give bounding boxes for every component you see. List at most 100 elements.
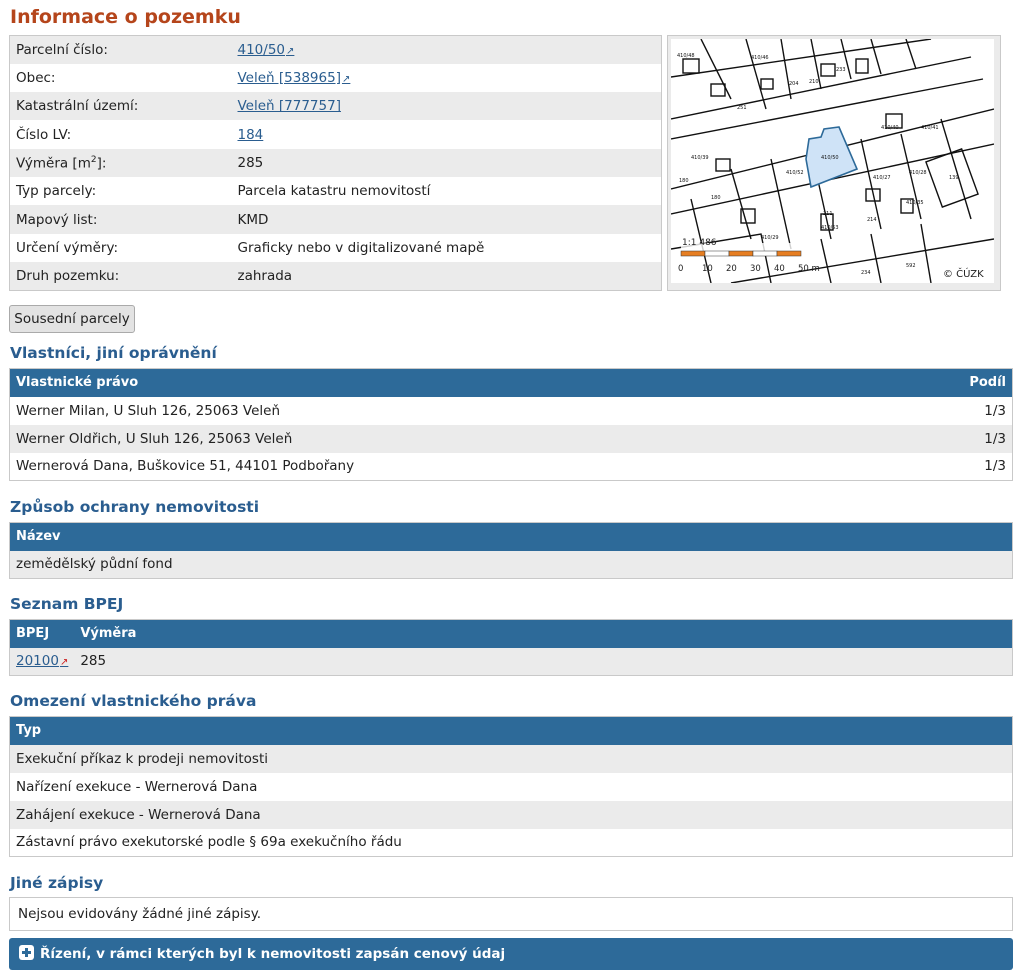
map-label: 251 bbox=[737, 105, 747, 111]
map-copyright: © ČÚZK bbox=[943, 267, 984, 280]
map-label: 211 bbox=[823, 211, 833, 217]
info-row: Katastrální území: Veleň [777757] bbox=[9, 92, 662, 121]
col-header-ownership: Vlastnické právo bbox=[9, 368, 890, 397]
scale-tick: 20 bbox=[726, 264, 737, 274]
page-title: Informace o pozemku bbox=[10, 6, 241, 28]
info-value: Graficky nebo v digitalizované mapě bbox=[237, 239, 485, 256]
info-value: Veleň [538965]↗ bbox=[232, 64, 662, 92]
map-label: 180 bbox=[711, 195, 721, 201]
info-value: 184 bbox=[232, 120, 662, 148]
info-value: zahrada bbox=[231, 262, 662, 291]
owner-name: Werner Oldřich, U Sluh 126, 25063 Veleň bbox=[9, 424, 890, 453]
col-header-type: Typ bbox=[9, 716, 1013, 745]
restriction-type: Exekuční příkaz k prodeji nemovitosti bbox=[9, 744, 1013, 773]
parcel-number-text: 410/50 bbox=[237, 41, 286, 58]
restrictions-heading: Omezení vlastnického práva bbox=[10, 692, 257, 710]
col-header-share: Podíl bbox=[889, 368, 1013, 397]
info-row: Mapový list: KMD bbox=[9, 205, 662, 234]
info-label: Druh pozemku: bbox=[9, 262, 232, 291]
info-label: Obec: bbox=[16, 69, 56, 86]
parcel-map[interactable]: 410/50 410/52 410/53 410/40 410/27 410/4… bbox=[667, 35, 1001, 291]
col-header-name: Název bbox=[9, 522, 1013, 551]
table-row: 20100↗ 285 bbox=[9, 647, 1013, 676]
neighbor-parcels-button[interactable]: Sousední parcely bbox=[9, 305, 135, 333]
scale-text: 1:1 486 bbox=[682, 238, 717, 248]
protection-name: zemědělský půdní fond bbox=[9, 550, 1013, 579]
info-label: Parcelní číslo: bbox=[9, 35, 232, 64]
map-label: 410/27 bbox=[873, 175, 891, 181]
owner-share: 1/3 bbox=[889, 424, 1013, 453]
bpej-code-cell: 20100↗ bbox=[9, 647, 75, 676]
price-proceedings-toggle[interactable]: Řízení, v rámci kterých byl k nemovitost… bbox=[9, 938, 1013, 970]
scale-tick: 30 bbox=[750, 264, 761, 274]
page: Informace o pozemku Parcelní číslo: 410/… bbox=[0, 0, 1024, 980]
map-label: 410/28 bbox=[909, 170, 927, 176]
bpej-code-link[interactable]: 20100↗ bbox=[16, 653, 68, 669]
scale-tick: 10 bbox=[702, 264, 713, 274]
map-label: 210 bbox=[809, 79, 819, 85]
table-header-row: Název bbox=[9, 522, 1013, 551]
info-row: Parcelní číslo: 410/50↗ bbox=[9, 35, 662, 64]
protection-heading: Způsob ochrany nemovitosti bbox=[10, 498, 260, 516]
info-value: KMD bbox=[231, 205, 662, 234]
table-header-row: Typ bbox=[9, 716, 1013, 745]
owner-name: Werner Milan, U Sluh 126, 25063 Veleň bbox=[9, 396, 890, 425]
table-row: Zahájení exekuce - Wernerová Dana bbox=[9, 800, 1013, 829]
map-label: 410/35 bbox=[906, 200, 924, 206]
lv-number-link[interactable]: 184 bbox=[238, 127, 264, 143]
table-header-row: BPEJ Výměra bbox=[9, 619, 1013, 648]
map-label: 410/46 bbox=[751, 55, 769, 61]
other-records-text: Nejsou evidovány žádné jiné zápisy. bbox=[18, 906, 262, 922]
map-label: 410/52 bbox=[786, 170, 804, 176]
map-label: 234 bbox=[861, 270, 871, 276]
map-label: 214 bbox=[867, 217, 877, 223]
bpej-area: 285 bbox=[74, 647, 1013, 676]
info-label: Katastrální území: bbox=[9, 92, 232, 121]
owner-name: Wernerová Dana, Buškovice 51, 44101 Podb… bbox=[9, 452, 890, 481]
owners-table: Vlastnické právo Podíl Werner Milan, U S… bbox=[9, 368, 1013, 481]
parcel-info-table: Parcelní číslo: 410/50↗ Obec: Veleň [538… bbox=[9, 35, 662, 291]
map-label: 233 bbox=[836, 67, 846, 73]
table-row: Wernerová Dana, Buškovice 51, 44101 Podb… bbox=[9, 452, 1013, 481]
bpej-table: BPEJ Výměra 20100↗ 285 bbox=[9, 619, 1013, 676]
info-row: Typ parcely: Parcela katastru nemovitost… bbox=[10, 177, 662, 205]
info-value: 410/50↗ bbox=[231, 35, 662, 64]
info-row: Druh pozemku: zahrada bbox=[9, 262, 662, 291]
municipality-text: Veleň [538965] bbox=[237, 69, 341, 86]
external-link-icon: ↗ bbox=[341, 73, 351, 85]
map-label: 410/40 bbox=[881, 125, 899, 131]
info-row: Obec: Veleň [538965]↗ bbox=[10, 64, 662, 92]
map-label: 410/41 bbox=[921, 125, 939, 131]
table-row: Nařízení exekuce - Wernerová Dana bbox=[9, 772, 1013, 801]
info-label: Výměra [m2]: bbox=[9, 148, 232, 178]
info-label: Určení výměry: bbox=[16, 239, 119, 256]
scale-tick: 0 bbox=[678, 264, 683, 274]
municipality-link[interactable]: Veleň [538965]↗ bbox=[238, 70, 351, 86]
parcel-number-link[interactable]: 410/50↗ bbox=[238, 42, 295, 58]
cadastral-area-link[interactable]: Veleň [777757] bbox=[238, 98, 341, 114]
table-row: zemědělský půdní fond bbox=[9, 550, 1013, 579]
area-label-suffix: ]: bbox=[96, 155, 107, 172]
owner-share: 1/3 bbox=[889, 452, 1013, 481]
restriction-type: Nařízení exekuce - Wernerová Dana bbox=[9, 772, 1013, 801]
map-label: 592 bbox=[906, 263, 916, 269]
map-label: 410/53 bbox=[821, 225, 839, 231]
external-link-icon: ↗ bbox=[286, 45, 295, 57]
table-row: Exekuční příkaz k prodeji nemovitosti bbox=[9, 744, 1013, 773]
info-label: Mapový list: bbox=[9, 205, 232, 234]
map-label: 410/50 bbox=[821, 155, 839, 161]
scale-bar bbox=[680, 250, 802, 257]
other-records-heading: Jiné zápisy bbox=[10, 874, 104, 892]
table-row: Zástavní právo exekutorské podle § 69a e… bbox=[9, 828, 1013, 857]
cadastral-map-image[interactable]: 410/50 410/52 410/53 410/40 410/27 410/4… bbox=[671, 39, 994, 283]
map-label: 180 bbox=[679, 178, 689, 184]
info-row: Určení výměry: Graficky nebo v digitaliz… bbox=[10, 234, 662, 262]
restriction-type: Zahájení exekuce - Wernerová Dana bbox=[9, 800, 1013, 829]
info-label: Typ parcely: bbox=[16, 183, 97, 200]
info-value: 285 bbox=[231, 148, 662, 178]
scale-tick: 50 m bbox=[798, 264, 820, 274]
bpej-code-text: 20100 bbox=[16, 653, 59, 670]
owners-heading: Vlastníci, jiní oprávnění bbox=[10, 344, 217, 362]
owner-share: 1/3 bbox=[889, 396, 1013, 425]
info-row: Číslo LV: 184 bbox=[10, 120, 662, 148]
